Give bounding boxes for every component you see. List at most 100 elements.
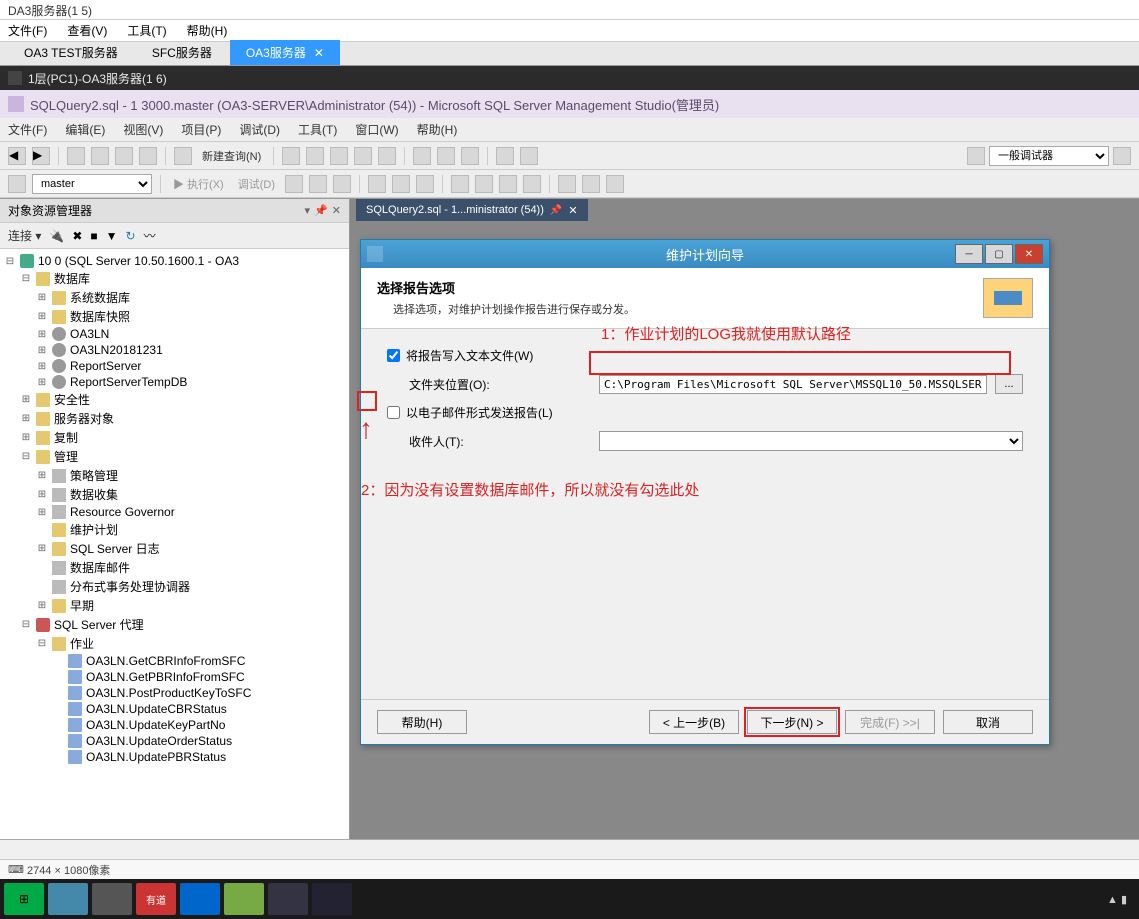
results-text-button[interactable] <box>392 175 410 193</box>
tree-job5[interactable]: OA3LN.UpdateKeyPartNo <box>86 718 225 732</box>
tree-job2[interactable]: OA3LN.GetPBRInfoFromSFC <box>86 670 245 684</box>
tree-job6[interactable]: OA3LN.UpdateOrderStatus <box>86 734 232 748</box>
new-query-icon[interactable] <box>174 147 192 165</box>
undo-button[interactable] <box>496 147 514 165</box>
new-query-button[interactable]: 新建查询(N) <box>198 146 265 166</box>
refresh-icon[interactable]: ↻ <box>126 229 136 243</box>
outer-menu-tools[interactable]: 工具(T) <box>127 22 166 39</box>
tree-sysdb[interactable]: 系统数据库 <box>70 289 130 306</box>
paste-button[interactable] <box>461 147 479 165</box>
outer-menu-help[interactable]: 帮助(H) <box>187 22 228 39</box>
tree-reportsrvtmp[interactable]: ReportServerTempDB <box>70 375 187 389</box>
tree-dbsnap[interactable]: 数据库快照 <box>70 308 130 325</box>
wizard-titlebar[interactable]: 维护计划向导 ─ ▢ ✕ <box>361 240 1049 268</box>
redo-button[interactable] <box>520 147 538 165</box>
save-report-checkbox[interactable] <box>387 349 400 362</box>
comment-button[interactable] <box>451 175 469 193</box>
indent-button[interactable] <box>499 175 517 193</box>
start-button[interactable]: ⊞ <box>4 883 44 915</box>
panel-dropdown-icon[interactable]: ▾ <box>305 204 311 217</box>
menu-window[interactable]: 窗口(W) <box>355 121 398 138</box>
tree-sqllog[interactable]: SQL Server 日志 <box>70 540 160 557</box>
maximize-button[interactable]: ▢ <box>985 244 1013 264</box>
pin-icon[interactable]: 📌 <box>550 205 562 216</box>
database-select[interactable]: master <box>32 174 152 194</box>
next-button[interactable]: 下一步(N) > <box>747 710 837 734</box>
parse-button[interactable] <box>309 175 327 193</box>
taskbar-app-7[interactable] <box>312 883 352 915</box>
document-tab[interactable]: SQLQuery2.sql - 1...ministrator (54)) 📌 … <box>356 199 588 221</box>
object-explorer-tree[interactable]: ⊟10 0 (SQL Server 10.50.1600.1 - OA3 ⊟数据… <box>0 249 349 839</box>
expand-management[interactable]: ⊟ <box>20 451 32 462</box>
include-stats-button[interactable] <box>606 175 624 193</box>
folder-location-input[interactable] <box>599 375 987 394</box>
debug-target-icon[interactable] <box>967 147 985 165</box>
taskbar-app-4[interactable] <box>180 883 220 915</box>
connect-icon[interactable]: 🔌 <box>49 229 64 243</box>
close-icon[interactable]: ✕ <box>314 46 324 60</box>
results-grid-button[interactable] <box>368 175 386 193</box>
panel-close-icon[interactable]: ✕ <box>332 204 341 217</box>
debug-button[interactable]: 调试(D) <box>234 174 279 194</box>
panel-pin-icon[interactable]: 📌 <box>314 204 328 217</box>
taskbar-app-6[interactable] <box>268 883 308 915</box>
expand-jobs[interactable]: ⊟ <box>36 638 48 649</box>
results-file-button[interactable] <box>416 175 434 193</box>
menu-view[interactable]: 视图(V) <box>123 121 163 138</box>
tree-datacoll[interactable]: 数据收集 <box>70 486 118 503</box>
tree-job3[interactable]: OA3LN.PostProductKeyToSFC <box>86 686 251 700</box>
tree-management[interactable]: 管理 <box>54 448 78 465</box>
connect-dropdown[interactable]: 连接 ▾ <box>8 227 41 244</box>
back-button[interactable]: < 上一步(B) <box>649 710 739 734</box>
outer-sub-tab[interactable]: 1层(PC1)-OA3服务器(1 6) <box>0 66 1139 90</box>
close-icon[interactable]: ✕ <box>568 204 577 217</box>
tree-agent[interactable]: SQL Server 代理 <box>54 616 144 633</box>
nav-fwd-button[interactable]: ▶ <box>32 147 50 165</box>
menu-project[interactable]: 项目(P) <box>181 121 221 138</box>
tree-databases[interactable]: 数据库 <box>54 270 90 287</box>
outer-menu-view[interactable]: 查看(V) <box>67 22 107 39</box>
tree-policy[interactable]: 策略管理 <box>70 467 118 484</box>
tb-dax-icon[interactable] <box>378 147 396 165</box>
activity-icon[interactable]: 〰 <box>144 227 156 244</box>
outer-menu-file[interactable]: 文件(F) <box>8 22 47 39</box>
outdent-button[interactable] <box>523 175 541 193</box>
tree-reportsrv[interactable]: ReportServer <box>70 359 141 373</box>
browse-button[interactable]: ... <box>995 374 1023 394</box>
expand-server[interactable]: ⊟ <box>4 256 16 267</box>
taskbar-tray[interactable]: ▲ ▮ <box>1107 893 1135 906</box>
tree-job1[interactable]: OA3LN.GetCBRInfoFromSFC <box>86 654 245 668</box>
include-plan-button[interactable] <box>582 175 600 193</box>
tree-serverobj[interactable]: 服务器对象 <box>54 410 114 427</box>
tree-maintplan[interactable]: 维护计划 <box>70 521 118 538</box>
expand-agent[interactable]: ⊟ <box>20 619 32 630</box>
outer-tab-sfc[interactable]: SFC服务器 <box>136 40 228 65</box>
disconnect-icon[interactable]: ✖ <box>72 229 82 243</box>
menu-debug[interactable]: 调试(D) <box>239 121 280 138</box>
cut-button[interactable] <box>413 147 431 165</box>
tree-oa3ln2[interactable]: OA3LN20181231 <box>70 343 163 357</box>
tree-resourcegov[interactable]: Resource Governor <box>70 505 175 519</box>
menu-tools[interactable]: 工具(T) <box>298 121 337 138</box>
tb-db-engine-icon[interactable] <box>282 147 300 165</box>
tree-legacy[interactable]: 早期 <box>70 597 94 614</box>
copy-button[interactable] <box>437 147 455 165</box>
tb-dmx-icon[interactable] <box>330 147 348 165</box>
debug-mode-select[interactable]: 一般调试器 <box>989 146 1109 166</box>
menu-edit[interactable]: 编辑(E) <box>65 121 105 138</box>
save-button[interactable] <box>115 147 133 165</box>
recipient-select[interactable] <box>599 431 1023 451</box>
cancel-button[interactable]: 取消 <box>943 710 1033 734</box>
change-conn-button[interactable] <box>8 175 26 193</box>
tree-replication[interactable]: 复制 <box>54 429 78 446</box>
stop-button[interactable] <box>285 175 303 193</box>
expand-databases[interactable]: ⊟ <box>20 273 32 284</box>
filter-icon[interactable]: ▼ <box>106 229 118 243</box>
uncomment-button[interactable] <box>475 175 493 193</box>
minimize-button[interactable]: ─ <box>955 244 983 264</box>
menu-file[interactable]: 文件(F) <box>8 121 47 138</box>
tree-job4[interactable]: OA3LN.UpdateCBRStatus <box>86 702 227 716</box>
save-all-button[interactable] <box>139 147 157 165</box>
menu-help[interactable]: 帮助(H) <box>417 121 458 138</box>
debug-settings-icon[interactable] <box>1113 147 1131 165</box>
